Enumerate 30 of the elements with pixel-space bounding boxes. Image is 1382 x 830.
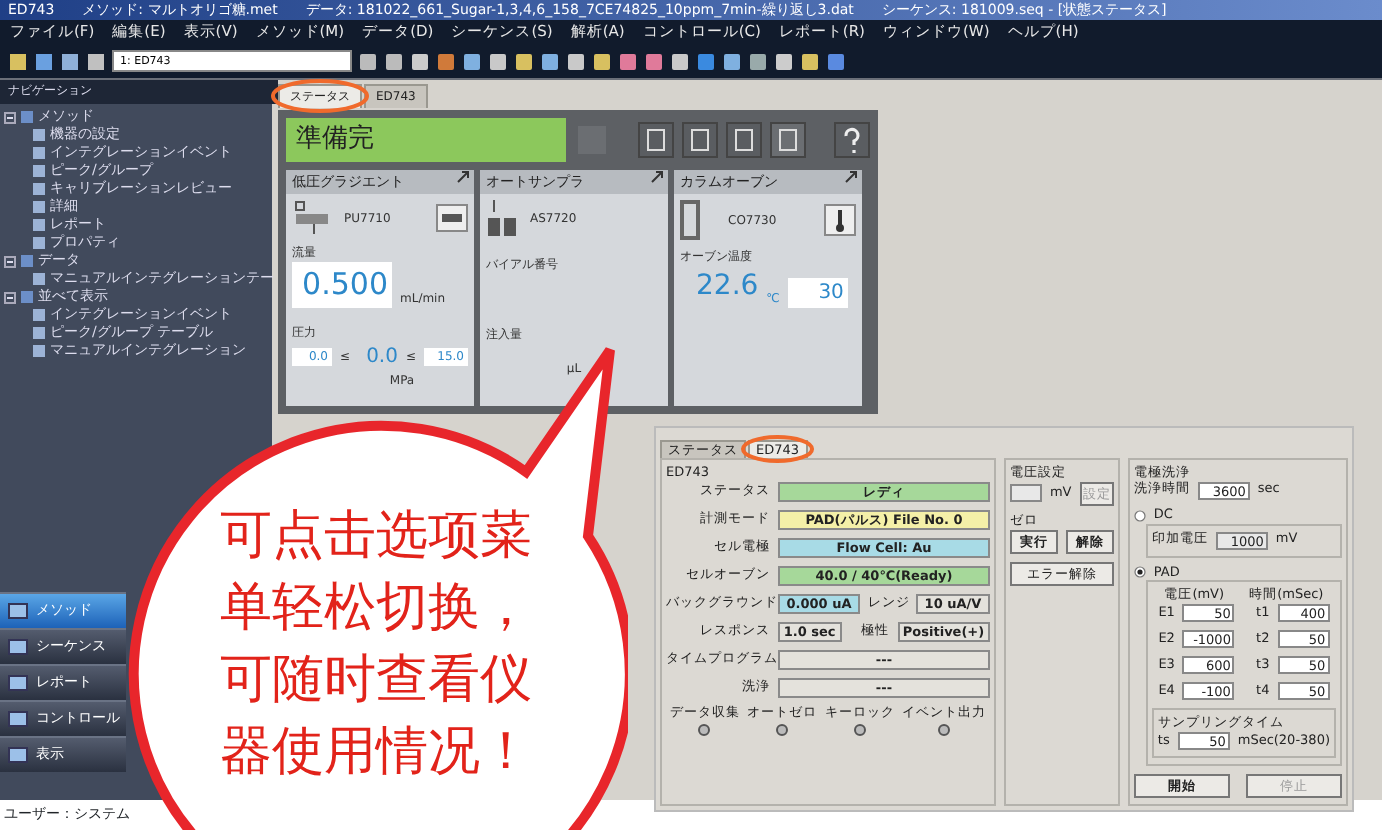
valve-icon[interactable] [436, 204, 468, 232]
tool-icon[interactable] [637, 122, 674, 158]
radio-button[interactable] [1133, 509, 1146, 522]
tool-icon[interactable] [725, 122, 762, 158]
expand-icon[interactable] [456, 170, 470, 184]
pressure-value: 0.0 [366, 343, 398, 371]
collapse-icon[interactable] [4, 291, 16, 303]
oven-icon [680, 200, 704, 240]
highlight-ellipse [740, 434, 816, 464]
callout-text: 可点击选项菜 单轻松切换， 可随时查看仪 器使用情况！ [220, 504, 532, 786]
radio-button[interactable] [1133, 566, 1146, 579]
indicator-light [938, 723, 951, 736]
highlight-ellipse [270, 78, 370, 114]
tool-icon[interactable] [681, 122, 718, 158]
indicator-light [853, 723, 866, 736]
status-bar-display: 準備完 [286, 118, 567, 162]
collapse-icon[interactable] [4, 111, 16, 123]
voltage-field[interactable] [1009, 484, 1042, 503]
indicator-light [776, 723, 789, 736]
temperature-value: 22.6 [696, 268, 759, 306]
expand-icon[interactable] [650, 170, 664, 184]
temperature-field[interactable]: 30 [787, 278, 848, 308]
expand-icon[interactable] [844, 170, 858, 184]
flow-value: 0.500 [292, 262, 392, 307]
collapse-icon[interactable] [4, 255, 16, 267]
sampler-icon [486, 200, 522, 236]
thermometer-icon[interactable] [824, 204, 856, 236]
tool-icon[interactable] [769, 122, 806, 158]
indicator-light [698, 723, 711, 736]
help-icon[interactable] [834, 122, 871, 158]
